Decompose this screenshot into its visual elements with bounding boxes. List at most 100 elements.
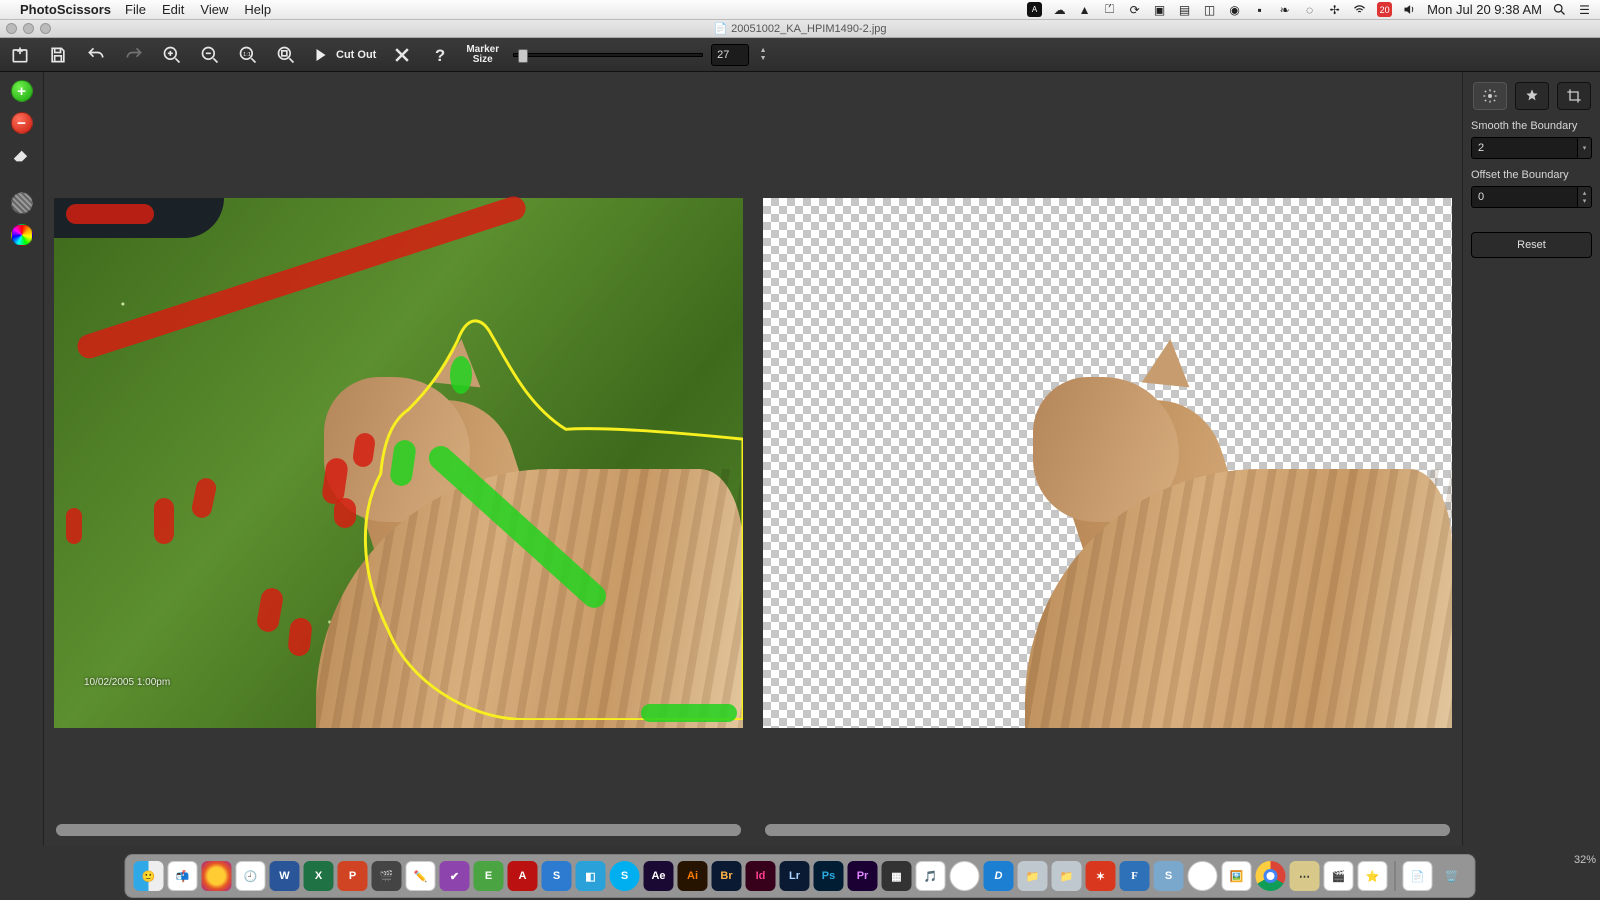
tab-effects[interactable] <box>1515 82 1549 110</box>
bookmark-icon[interactable]: ◫ <box>1202 2 1217 17</box>
dock-app-red-icon[interactable]: ✶ <box>1086 861 1116 891</box>
dock-evernote-icon[interactable]: E <box>474 861 504 891</box>
marker-size-value[interactable]: 27 <box>711 44 749 66</box>
cancel-button[interactable] <box>390 43 414 67</box>
box2-icon[interactable]: ▤ <box>1177 2 1192 17</box>
gdrive-icon[interactable]: ▲ <box>1077 2 1092 17</box>
offset-boundary-value[interactable]: 0 <box>1471 186 1578 208</box>
dock-br-icon[interactable]: Br <box>712 861 742 891</box>
dock-folder1-icon[interactable]: 📁 <box>1018 861 1048 891</box>
dock-imovie-icon[interactable]: 🎬 <box>372 861 402 891</box>
dropbox-icon[interactable]: ⏍ <box>1102 2 1117 17</box>
traffic-lights[interactable] <box>6 23 51 34</box>
cloud-icon[interactable]: ☁︎ <box>1052 2 1067 17</box>
zoom-in-button[interactable] <box>160 43 184 67</box>
result-pane[interactable] <box>757 76 1458 842</box>
target-icon[interactable]: ✢ <box>1327 2 1342 17</box>
offset-boundary-label: Offset the Boundary <box>1471 169 1592 182</box>
reset-button[interactable]: Reset <box>1471 232 1592 258</box>
volume-icon[interactable] <box>1402 2 1417 17</box>
dock-app-beige-icon[interactable]: ⋯ <box>1290 861 1320 891</box>
undo-button[interactable] <box>84 43 108 67</box>
marker-size-slider[interactable] <box>513 53 703 57</box>
zoom-out-button[interactable] <box>198 43 222 67</box>
dock-skype-icon[interactable]: S <box>610 861 640 891</box>
offset-boundary-stepper[interactable]: ▴▾ <box>1578 186 1592 208</box>
dock-app-f-icon[interactable]: F <box>1120 861 1150 891</box>
cloud2-icon[interactable]: ◉ <box>1227 2 1242 17</box>
menu-view[interactable]: View <box>200 2 228 17</box>
result-image <box>763 198 1452 728</box>
dock-snagit-icon[interactable]: S <box>542 861 572 891</box>
canvas-area: 10/02/2005 1:00pm <box>44 72 1462 846</box>
calendar-tray-icon[interactable]: 20 <box>1377 2 1392 17</box>
dock-id-icon[interactable]: Id <box>746 861 776 891</box>
menu-help[interactable]: Help <box>244 2 271 17</box>
eraser-tool[interactable] <box>11 144 33 166</box>
dock-word-icon[interactable]: W <box>270 861 300 891</box>
box1-icon[interactable]: ▣ <box>1152 2 1167 17</box>
dock-trash-icon[interactable]: 🗑️ <box>1437 861 1467 891</box>
open-button[interactable] <box>8 43 32 67</box>
dock-appstore-icon[interactable]: ⊚ <box>950 861 980 891</box>
dock-firefox-icon[interactable] <box>202 861 232 891</box>
save-button[interactable] <box>46 43 70 67</box>
dock-powerpoint-icon[interactable]: P <box>338 861 368 891</box>
dock-clock-icon[interactable]: 🕘 <box>236 861 266 891</box>
sync-icon[interactable]: ⟳ <box>1127 2 1142 17</box>
foreground-marker-tool[interactable]: + <box>11 80 33 102</box>
spotlight-icon[interactable] <box>1552 2 1567 17</box>
dock-chrome-icon[interactable] <box>1256 861 1286 891</box>
result-hscrollbar[interactable] <box>765 824 1450 836</box>
redo-button[interactable] <box>122 43 146 67</box>
menu-clock[interactable]: Mon Jul 20 9:38 AM <box>1427 2 1542 17</box>
dock-itunes-icon[interactable]: 🎵 <box>916 861 946 891</box>
dock-ai-icon[interactable]: Ai <box>678 861 708 891</box>
dock-ps-icon[interactable]: Ps <box>814 861 844 891</box>
circle-icon[interactable]: ◌ <box>1302 2 1317 17</box>
dock-pr-icon[interactable]: Pr <box>848 861 878 891</box>
dock-excel-icon[interactable]: X <box>304 861 334 891</box>
transparent-bg-tool[interactable] <box>11 192 33 214</box>
square-icon[interactable]: ▪︎ <box>1252 2 1267 17</box>
cutout-button[interactable]: Cut Out <box>312 46 376 64</box>
marker-size-stepper[interactable]: ▲▼ <box>757 47 769 63</box>
dock-acrobat-icon[interactable]: A <box>508 861 538 891</box>
dock-app-d-icon[interactable]: D <box>984 861 1014 891</box>
zoom-actual-button[interactable]: 1:1 <box>236 43 260 67</box>
evernote-tray-icon[interactable]: ❧ <box>1277 2 1292 17</box>
source-hscrollbar[interactable] <box>56 824 741 836</box>
menu-edit[interactable]: Edit <box>162 2 184 17</box>
adobe-cc-icon[interactable]: A <box>1027 2 1042 17</box>
dock-app-s2-icon[interactable]: S <box>1154 861 1184 891</box>
dock-mail-icon[interactable]: 📬 <box>168 861 198 891</box>
dock-ae-icon[interactable]: Ae <box>644 861 674 891</box>
zoom-fit-button[interactable] <box>274 43 298 67</box>
dock-finder-icon[interactable]: 🙂 <box>134 861 164 891</box>
tab-settings[interactable] <box>1473 82 1507 110</box>
dock-star-icon[interactable]: ⭐ <box>1358 861 1388 891</box>
dock-lens-icon[interactable]: ◎ <box>1188 861 1218 891</box>
wifi-icon[interactable] <box>1352 2 1367 17</box>
menu-file[interactable]: File <box>125 2 146 17</box>
dock-app-dark-icon[interactable]: ▦ <box>882 861 912 891</box>
tab-crop[interactable] <box>1557 82 1591 110</box>
mac-menu-bar: PhotoScissors File Edit View Help A ☁︎ ▲… <box>0 0 1600 20</box>
color-bg-tool[interactable] <box>11 224 33 246</box>
dock-folder2-icon[interactable]: 📁 <box>1052 861 1082 891</box>
app-menu[interactable]: PhotoScissors <box>20 2 111 17</box>
dock-lr-icon[interactable]: Lr <box>780 861 810 891</box>
dock-preview-icon[interactable]: 🖼️ <box>1222 861 1252 891</box>
smooth-boundary-dropdown[interactable]: ▾ <box>1578 137 1592 159</box>
help-button[interactable]: ? <box>428 43 452 67</box>
smooth-boundary-value[interactable]: 2 <box>1471 137 1578 159</box>
dock-clapper-icon[interactable]: 🎬 <box>1324 861 1354 891</box>
background-marker-tool[interactable]: − <box>11 112 33 134</box>
dock-app-blue-icon[interactable]: ◧ <box>576 861 606 891</box>
dock-pen-icon[interactable]: ✏️ <box>406 861 436 891</box>
source-pane[interactable]: 10/02/2005 1:00pm <box>48 76 749 842</box>
notifications-icon[interactable]: ☰ <box>1577 2 1592 17</box>
source-image[interactable]: 10/02/2005 1:00pm <box>54 198 743 728</box>
dock-check-icon[interactable]: ✔︎ <box>440 861 470 891</box>
dock-doc-icon[interactable]: 📄 <box>1403 861 1433 891</box>
